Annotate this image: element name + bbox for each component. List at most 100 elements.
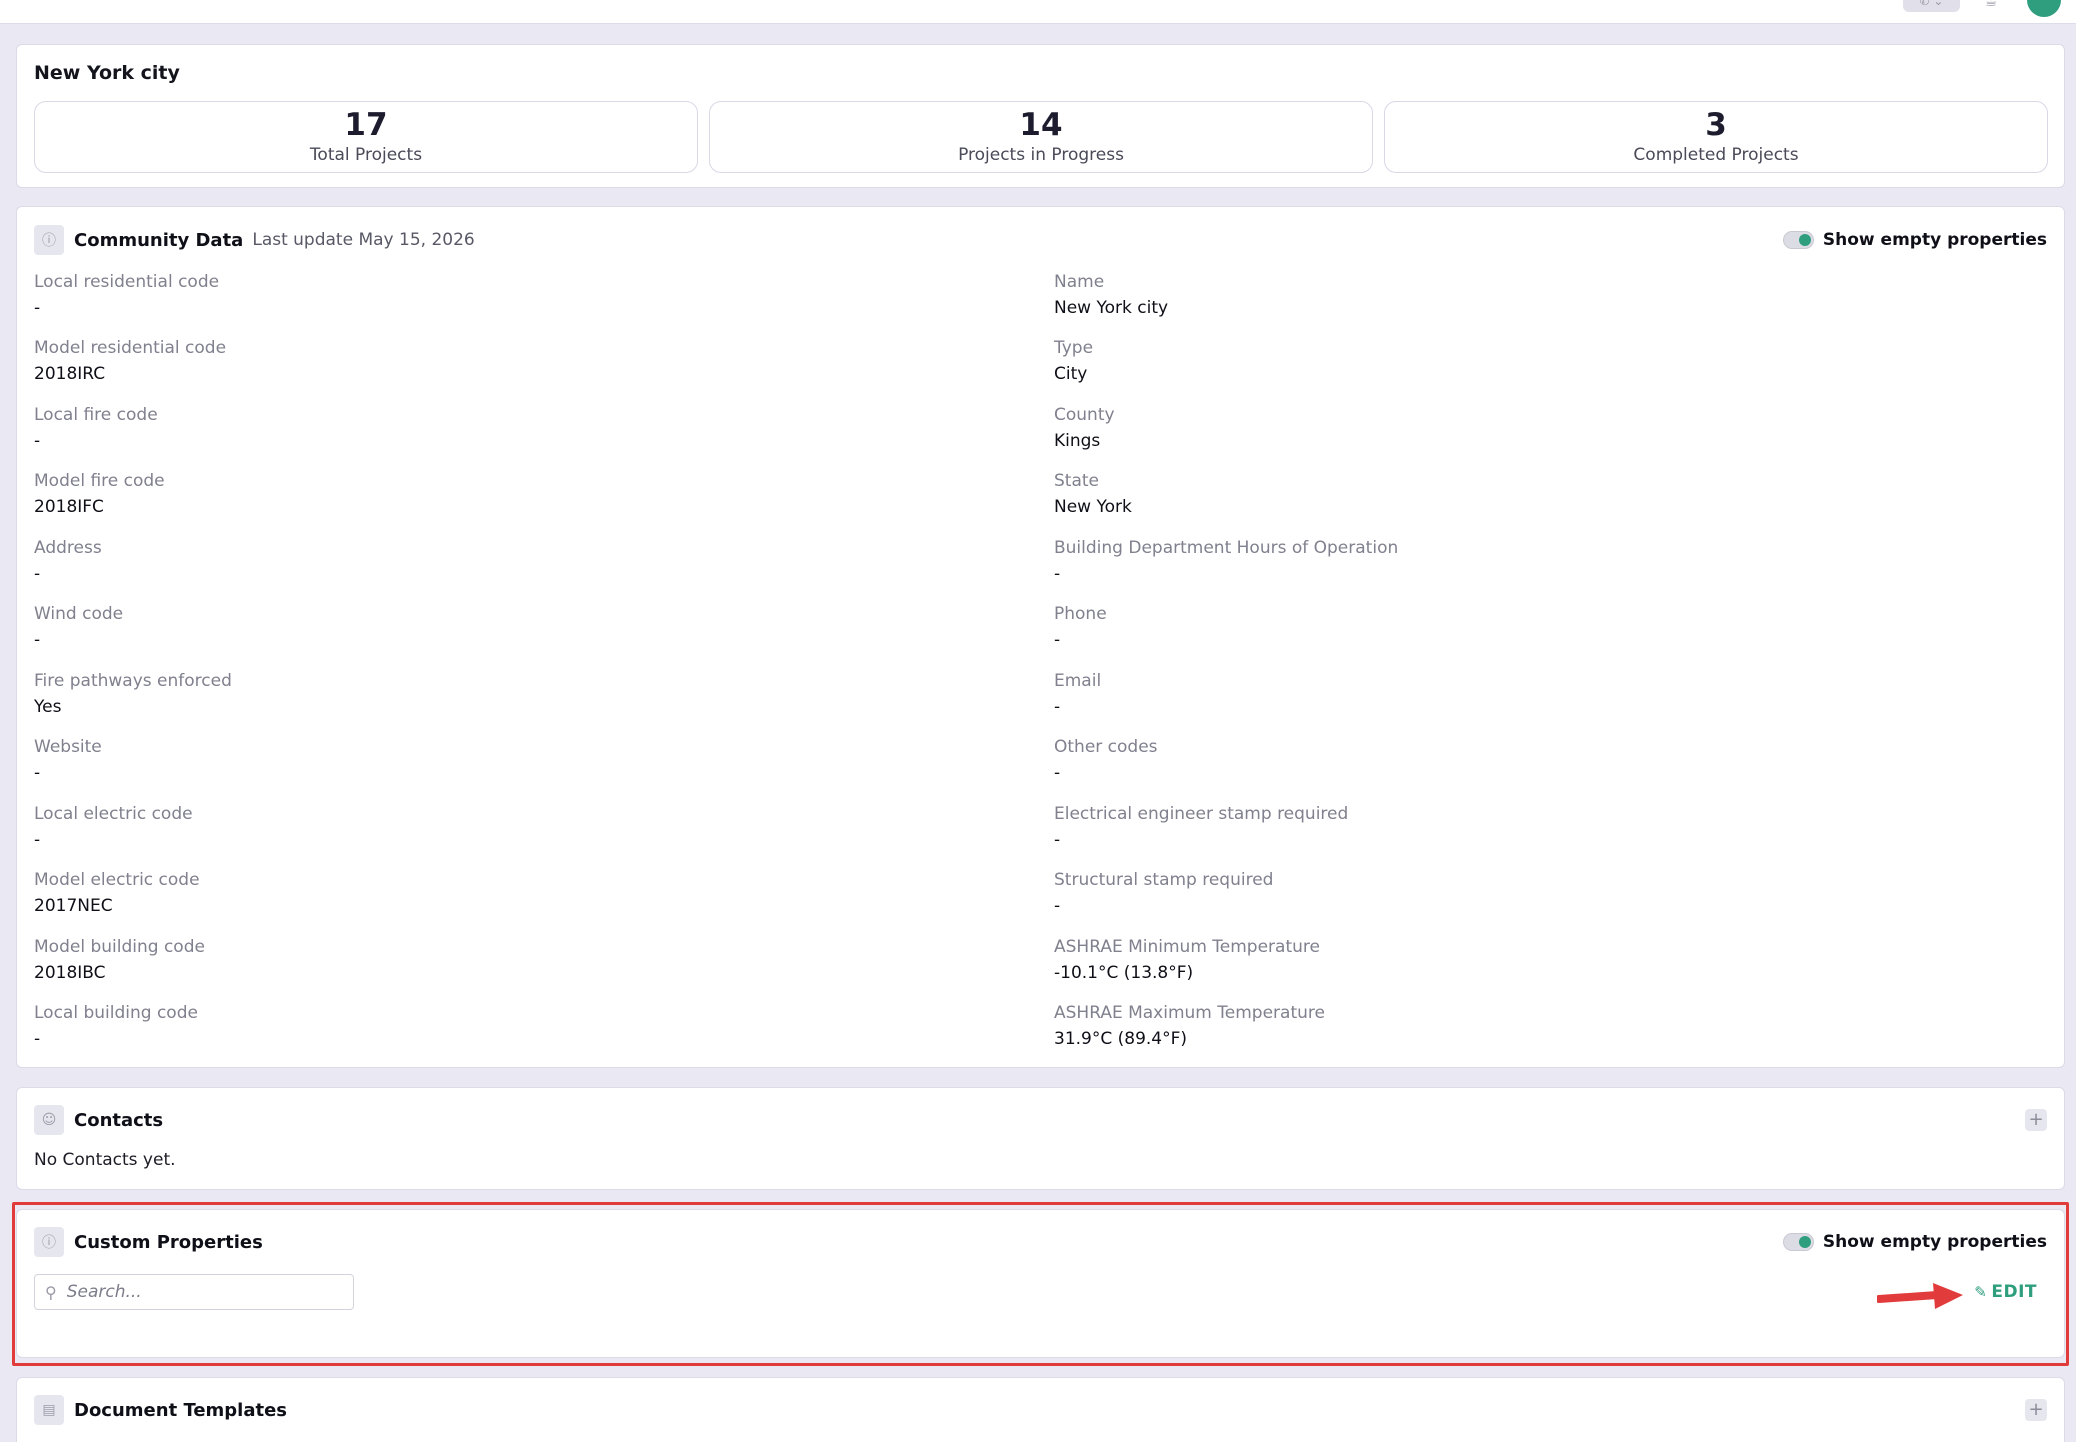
stat-label: Total Projects <box>309 145 423 165</box>
property-label: Type <box>1054 338 1094 358</box>
property-value: 2018IFC <box>34 497 104 517</box>
property-value: - <box>34 564 41 584</box>
property-value: -10.1°C (13.8°F) <box>1054 963 1194 983</box>
property-model-fire-code: Model fire code 2018IFC <box>34 470 934 518</box>
property-phone: Phone - <box>1054 603 1954 651</box>
info-icon: ⓘ <box>34 225 64 255</box>
property-type: Type City <box>1054 337 1954 385</box>
property-value: - <box>34 630 41 650</box>
property-value: Yes <box>34 697 62 717</box>
property-ashrae-max-temp: ASHRAE Maximum Temperature 31.9°C (89.4°F… <box>1054 1002 1954 1050</box>
property-value: City <box>1054 364 1088 384</box>
document-templates-card: ▤ Document Templates + <box>16 1377 2065 1442</box>
show-empty-properties-toggle[interactable]: Show empty properties <box>1782 228 2047 252</box>
property-value: - <box>1054 630 1061 650</box>
toggle-switch[interactable] <box>1782 1233 1814 1251</box>
stat-total-projects: 17 Total Projects <box>34 101 698 173</box>
property-state: State New York <box>1054 470 1954 518</box>
property-label: Local building code <box>34 1003 198 1023</box>
property-label: Electrical engineer stamp required <box>1054 804 1349 824</box>
property-label: Other codes <box>1054 737 1158 757</box>
custom-properties-search[interactable]: ⚲ <box>34 1274 354 1310</box>
top-bar: ✆ ⌄ ☕ <box>0 0 2076 24</box>
property-value: - <box>34 298 41 318</box>
document-templates-header: ▤ Document Templates <box>34 1395 287 1425</box>
property-label: Model electric code <box>34 870 200 890</box>
property-label: Address <box>34 538 102 558</box>
property-label: Fire pathways enforced <box>34 671 232 691</box>
page-title: New York city <box>34 62 180 84</box>
property-value: - <box>34 830 41 850</box>
property-label: Local residential code <box>34 272 220 292</box>
phone-icon: ✆ ⌄ <box>1919 0 1944 8</box>
summary-card: New York city 17 Total Projects 14 Proje… <box>16 44 2065 188</box>
community-data-header: ⓘ Community Data Last update May 15, 202… <box>34 225 475 255</box>
contacts-empty-message: No Contacts yet. <box>34 1150 176 1170</box>
property-wind-code: Wind code - <box>34 603 934 651</box>
property-label: Email <box>1054 671 1102 691</box>
property-label: Name <box>1054 272 1105 292</box>
property-label: Phone <box>1054 604 1107 624</box>
phone-menu-button[interactable]: ✆ ⌄ <box>1903 0 1960 12</box>
gift-icon[interactable]: ☕ <box>1979 0 2003 10</box>
show-empty-properties-toggle[interactable]: Show empty properties <box>1782 1230 2047 1254</box>
last-update: Last update May 15, 2026 <box>252 230 475 250</box>
custom-properties-header: ⓘ Custom Properties <box>34 1227 263 1257</box>
toggle-switch[interactable] <box>1782 231 1814 249</box>
property-label: Building Department Hours of Operation <box>1054 538 1399 558</box>
property-value: 2017NEC <box>34 896 113 916</box>
property-label: County <box>1054 405 1115 425</box>
property-label: Model residential code <box>34 338 227 358</box>
add-document-template-button[interactable]: + <box>2025 1399 2047 1421</box>
property-model-residential-code: Model residential code 2018IRC <box>34 337 934 385</box>
property-name: Name New York city <box>1054 271 1954 319</box>
users-icon: ☺ <box>34 1105 64 1135</box>
pencil-icon: ✎ <box>1974 1283 1988 1301</box>
property-value: - <box>34 763 41 783</box>
annotation-arrow <box>1877 1283 1963 1309</box>
property-value: 2018IBC <box>34 963 106 983</box>
property-value: 31.9°C (89.4°F) <box>1054 1029 1188 1049</box>
property-value: New York city <box>1054 298 1169 318</box>
search-input[interactable] <box>66 1282 337 1302</box>
property-label: Local electric code <box>34 804 193 824</box>
info-icon: ⓘ <box>34 1227 64 1257</box>
property-email: Email - <box>1054 670 1954 718</box>
stat-label: Completed Projects <box>1633 145 1799 165</box>
property-label: ASHRAE Maximum Temperature <box>1054 1003 1325 1023</box>
property-label: Local fire code <box>34 405 158 425</box>
property-label: State <box>1054 471 1099 491</box>
add-contact-button[interactable]: + <box>2025 1109 2047 1131</box>
section-title: Custom Properties <box>74 1231 263 1253</box>
avatar[interactable] <box>2027 0 2061 17</box>
stat-value: 14 <box>1019 107 1063 143</box>
property-model-building-code: Model building code 2018IBC <box>34 936 934 984</box>
stat-value: 17 <box>344 107 388 143</box>
property-value: - <box>34 431 41 451</box>
stat-label: Projects in Progress <box>958 145 1124 165</box>
stat-value: 3 <box>1705 107 1727 143</box>
property-local-fire-code: Local fire code - <box>34 404 934 452</box>
property-value: Kings <box>1054 431 1101 451</box>
property-model-electric-code: Model electric code 2017NEC <box>34 869 934 917</box>
property-value: New York <box>1054 497 1132 517</box>
property-value: - <box>1054 564 1061 584</box>
property-label: Model fire code <box>34 471 165 491</box>
toggle-label: Show empty properties <box>1822 1232 2047 1252</box>
section-title: Document Templates <box>74 1399 288 1421</box>
property-label: ASHRAE Minimum Temperature <box>1054 937 1320 957</box>
property-local-residential-code: Local residential code - <box>34 271 934 319</box>
section-title: Community Data <box>74 229 244 251</box>
contacts-header: ☺ Contacts <box>34 1105 163 1135</box>
property-label: Structural stamp required <box>1054 870 1274 890</box>
toggle-label: Show empty properties <box>1822 230 2047 250</box>
property-label: Website <box>34 737 102 757</box>
property-value: - <box>1054 697 1061 717</box>
property-value: 2018IRC <box>34 364 106 384</box>
property-address: Address - <box>34 537 934 585</box>
property-label: Model building code <box>34 937 205 957</box>
property-electrical-engineer-stamp: Electrical engineer stamp required - <box>1054 803 1954 851</box>
property-value: - <box>1054 896 1061 916</box>
property-local-building-code: Local building code - <box>34 1002 934 1050</box>
edit-button[interactable]: ✎ EDIT <box>1974 1280 2037 1304</box>
